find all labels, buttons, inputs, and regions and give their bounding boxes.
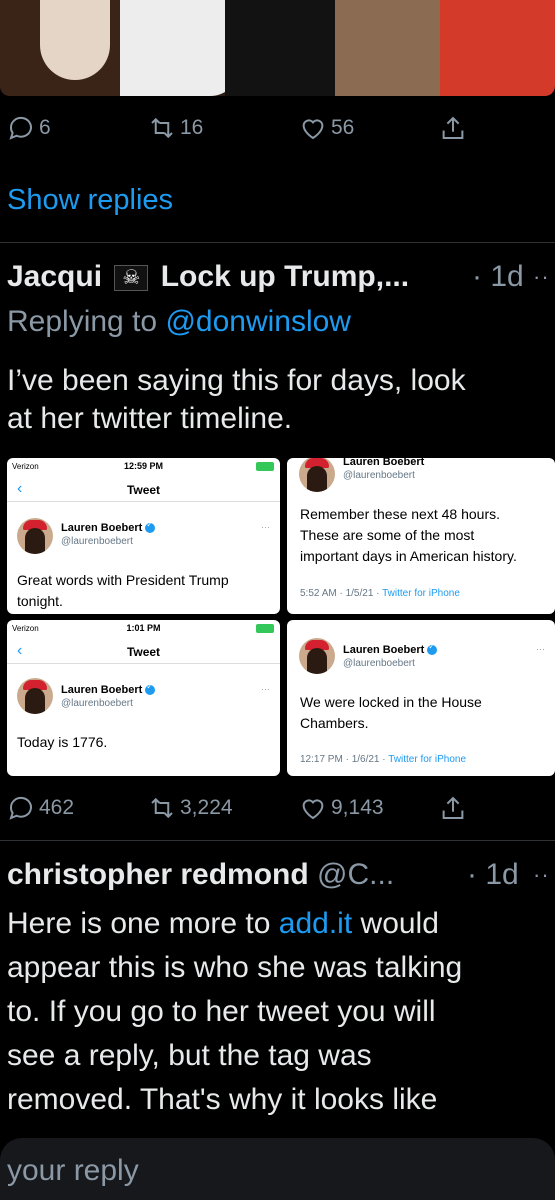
- reply-text-line: Here is one more to add.it would: [7, 907, 439, 940]
- show-replies-link[interactable]: Show replies: [7, 184, 173, 217]
- status-bar: Verizon 12:59 PM: [7, 458, 280, 476]
- screenshot-author-handle: @laurenboebert: [61, 536, 133, 547]
- reply-author-name[interactable]: christopher redmond @C...: [7, 858, 394, 892]
- avatar: [299, 458, 335, 492]
- retweet-count: 16: [180, 116, 204, 139]
- tweet-media-photo[interactable]: [0, 0, 555, 96]
- reply-text-line: I’ve been saying this for days, look: [7, 364, 466, 397]
- reply-count: 6: [39, 116, 51, 139]
- reply-icon: [9, 796, 32, 820]
- reply-timestamp: · 1d: [472, 260, 524, 293]
- author-name-suffix: Lock up Trump,...: [160, 260, 410, 293]
- share-button[interactable]: [438, 110, 468, 146]
- reply-text: I’ve been saying this for days, look at …: [7, 362, 466, 438]
- embedded-screenshot-2[interactable]: Lauren Boebert @laurenboebert Remember t…: [287, 458, 555, 614]
- retweet-count: 3,224: [180, 796, 233, 819]
- screenshot-author-handle: @laurenboebert: [343, 470, 415, 481]
- verified-badge-icon: [427, 642, 438, 656]
- retweet-icon: [151, 117, 173, 139]
- verified-badge-icon: [145, 520, 156, 534]
- screenshot-tweet-text: Today is 1776.: [17, 734, 108, 750]
- more-icon: ···: [261, 684, 270, 694]
- screenshot-author-handle: @laurenboebert: [61, 698, 133, 709]
- author-name-text: Jacqui: [7, 260, 103, 293]
- reply-timestamp: · 1d: [467, 858, 519, 891]
- more-icon: ···: [261, 522, 270, 532]
- screenshot-author-name: Lauren Boebert: [343, 642, 438, 656]
- embedded-screenshot-1[interactable]: Verizon 12:59 PM ‹ Tweet Lauren Boebert …: [7, 458, 280, 614]
- tweet-actions-bar: 6 16 56: [0, 110, 555, 146]
- screenshot-author-name: Lauren Boebert: [61, 520, 156, 534]
- retweet-icon: [151, 797, 173, 819]
- share-icon: [442, 796, 464, 819]
- screenshot-author-name: Lauren Boebert: [343, 458, 425, 468]
- screenshot-tweet-text: Great words with President Trump tonight…: [17, 572, 229, 609]
- embedded-screenshot-3[interactable]: Verizon 1:01 PM ‹ Tweet Lauren Boebert @…: [7, 620, 280, 776]
- reply-text: Here is one more to add.it would appear …: [7, 902, 462, 1122]
- replying-handle-link[interactable]: @donwinslow: [165, 305, 351, 338]
- like-count: 9,143: [331, 796, 384, 819]
- reply-text-line: removed. That's why it looks like: [7, 1083, 438, 1116]
- nav-title: Tweet: [126, 645, 161, 659]
- status-bar: Verizon 1:01 PM: [7, 620, 280, 638]
- retweet-button[interactable]: 16: [147, 110, 203, 146]
- share-icon: [442, 116, 464, 139]
- avatar: [299, 638, 335, 674]
- reply-button[interactable]: 462: [6, 790, 74, 826]
- replying-to-line: Replying to @donwinslow: [7, 305, 351, 339]
- reply-icon: [9, 116, 32, 140]
- like-button[interactable]: 56: [298, 110, 354, 146]
- reply-count: 462: [39, 796, 75, 819]
- heart-icon: [302, 119, 324, 140]
- embedded-screenshot-4[interactable]: Lauren Boebert @laurenboebert ··· We wer…: [287, 620, 555, 776]
- screenshot-author-name: Lauren Boebert: [61, 682, 156, 696]
- like-button[interactable]: 9,143: [298, 790, 384, 826]
- reply-actions-bar: 462 3,224 9,143: [0, 790, 555, 826]
- nav-title: Tweet: [126, 483, 161, 497]
- reply-composer[interactable]: your reply: [0, 1138, 555, 1200]
- screenshot-tweet-meta: 5:52 AM · 1/5/21 · Twitter for iPhone: [300, 588, 460, 599]
- screenshot-author-handle: @laurenboebert: [343, 658, 415, 669]
- battery-icon: [256, 624, 274, 633]
- reply-author-name[interactable]: Jacqui Lock up Trump,...: [7, 260, 409, 294]
- retweet-button[interactable]: 3,224: [147, 790, 233, 826]
- reply-input[interactable]: your reply: [7, 1154, 139, 1188]
- divider: [0, 840, 555, 841]
- author-name-text: christopher redmond: [7, 858, 309, 891]
- nav-bar: ‹ Tweet: [7, 478, 280, 502]
- reply-text-line: see a reply, but the tag was: [7, 1039, 372, 1072]
- more-options-button[interactable]: ··: [533, 264, 550, 290]
- reply-text-line: appear this is who she was talking: [7, 951, 463, 984]
- clock: 12:59 PM: [123, 461, 164, 471]
- avatar: [17, 518, 53, 554]
- clock: 1:01 PM: [126, 623, 161, 633]
- reply-text-line: to. If you go to her tweet you will: [7, 995, 436, 1028]
- pirate-flag-icon: [114, 265, 149, 292]
- screenshot-tweet-text: Remember these next 48 hours. These are …: [300, 506, 517, 564]
- more-icon: ···: [536, 644, 545, 654]
- more-options-button[interactable]: ··: [533, 862, 550, 888]
- replying-label: Replying to: [7, 305, 158, 338]
- battery-icon: [256, 462, 274, 471]
- reply-button[interactable]: 6: [6, 110, 51, 146]
- inline-link[interactable]: add.it: [279, 907, 352, 940]
- share-button[interactable]: [438, 790, 468, 826]
- nav-bar: ‹ Tweet: [7, 640, 280, 664]
- screenshot-tweet-text: We were locked in the House Chambers.: [300, 694, 482, 731]
- heart-icon: [302, 799, 324, 820]
- like-count: 56: [331, 116, 355, 139]
- reply-text-line: at her twitter timeline.: [7, 402, 293, 435]
- author-handle: @C...: [317, 858, 395, 891]
- avatar: [17, 678, 53, 714]
- divider: [0, 242, 555, 243]
- screenshot-tweet-meta: 12:17 PM · 1/6/21 · Twitter for iPhone: [300, 754, 467, 765]
- verified-badge-icon: [145, 682, 156, 696]
